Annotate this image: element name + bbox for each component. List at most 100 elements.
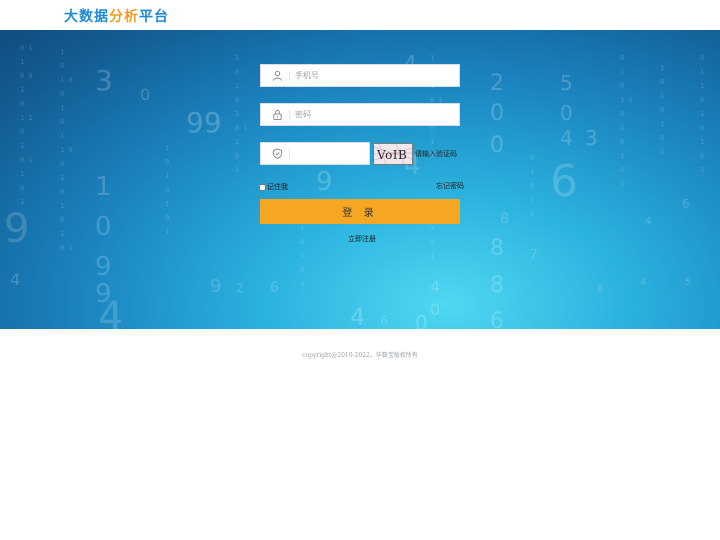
svg-text:1: 1 [60,104,64,112]
captcha-image[interactable]: VoIB [373,143,413,165]
svg-text:0: 0 [20,184,24,192]
svg-text:7: 7 [530,247,538,261]
svg-text:0: 0 [620,54,624,62]
field-divider [289,71,290,80]
svg-text:4: 4 [640,277,646,288]
svg-text:1: 1 [165,172,169,180]
svg-text:6: 6 [682,197,690,211]
svg-text:1: 1 [165,144,169,152]
svg-text:1: 1 [235,54,239,62]
captcha-text: VoIB [376,148,407,162]
svg-text:4: 4 [430,277,440,296]
svg-text:0: 0 [235,96,239,104]
svg-text:0 1: 0 1 [20,156,33,164]
svg-text:1: 1 [20,86,24,94]
svg-text:0 0: 0 0 [20,72,33,80]
captcha-input[interactable] [295,143,363,164]
register-link[interactable]: 立即注册 [348,234,376,244]
svg-text:1: 1 [235,82,239,90]
svg-text:0: 0 [490,133,504,158]
svg-text:9: 9 [316,167,333,197]
svg-text:1: 1 [620,68,624,76]
svg-text:0: 0 [300,266,304,274]
svg-text:0: 0 [20,100,24,108]
forgot-password-link[interactable]: 忘记密码 [436,181,464,191]
svg-text:0: 0 [430,300,440,319]
password-field[interactable] [260,103,460,126]
svg-text:1: 1 [660,64,664,72]
svg-text:0 1: 0 1 [235,124,248,132]
remember-me[interactable]: 记住我 [259,182,288,192]
brand-logo[interactable]: 大数据分析平台 [64,6,169,26]
svg-text:0: 0 [235,68,239,76]
svg-text:1: 1 [620,152,624,160]
svg-text:1: 1 [530,168,534,176]
phone-input[interactable] [295,65,453,86]
svg-text:99: 99 [186,106,222,139]
svg-text:0: 0 [620,82,624,90]
copyright-footer: copyright@2010-2022，华数宝版权所有 [302,352,418,359]
svg-text:0: 0 [60,62,64,70]
svg-text:1: 1 [60,132,64,140]
svg-text:0: 0 [60,216,64,224]
svg-text:6: 6 [550,156,578,207]
svg-text:1: 1 [700,166,704,174]
svg-text:0: 0 [235,152,239,160]
svg-text:6: 6 [490,309,504,329]
svg-text:3: 3 [95,64,113,97]
svg-text:0: 0 [620,166,624,174]
svg-text:0: 0 [165,186,169,194]
logo-text-part3: 平台 [139,9,169,25]
svg-text:1: 1 [620,124,624,132]
svg-text:0: 0 [60,188,64,196]
login-button[interactable]: 登 录 [260,199,460,224]
svg-text:8: 8 [490,273,504,298]
password-input[interactable] [295,104,453,125]
phone-field[interactable] [260,64,460,87]
svg-text:1: 1 [235,138,239,146]
shield-icon [269,143,285,164]
svg-text:0: 0 [530,182,534,190]
svg-text:0: 0 [140,85,150,104]
svg-text:1: 1 [165,228,169,236]
svg-text:1: 1 [700,110,704,118]
svg-text:1: 1 [300,252,304,260]
svg-text:0: 0 [165,158,169,166]
user-icon [269,65,285,86]
svg-text:1: 1 [430,252,434,260]
svg-text:1: 1 [700,138,704,146]
svg-text:1: 1 [60,230,64,238]
svg-text:1: 1 [60,202,64,210]
remember-label: 记住我 [267,183,288,191]
captcha-field[interactable] [260,142,370,165]
svg-text:1: 1 [60,48,64,56]
lock-icon [269,104,285,125]
svg-text:0: 0 [700,96,704,104]
svg-text:1: 1 [60,174,64,182]
svg-text:0: 0 [20,128,24,136]
svg-text:0: 0 [530,210,534,218]
svg-text:0: 0 [300,238,304,246]
svg-text:0: 0 [415,311,428,329]
top-header: 大数据分析平台 [0,0,720,30]
svg-text:0: 0 [60,90,64,98]
svg-text:8: 8 [500,211,509,227]
svg-text:1: 1 [660,148,664,156]
svg-text:1 1: 1 1 [20,114,33,122]
svg-text:1: 1 [95,172,112,202]
svg-text:0 1: 0 1 [20,44,33,52]
captcha-tip: 请输入验证码 [415,150,457,158]
svg-text:5: 5 [560,71,573,95]
svg-text:0: 0 [60,118,64,126]
svg-text:4: 4 [350,303,365,329]
svg-text:1: 1 [430,138,434,146]
svg-text:1: 1 [660,92,664,100]
remember-checkbox[interactable] [259,183,266,191]
svg-text:1: 1 [530,196,534,204]
svg-text:0: 0 [60,160,64,168]
svg-text:1: 1 [165,200,169,208]
svg-text:1: 1 [20,58,24,66]
svg-text:9: 9 [95,279,112,309]
svg-text:0: 0 [700,124,704,132]
svg-text:0: 0 [620,138,624,146]
